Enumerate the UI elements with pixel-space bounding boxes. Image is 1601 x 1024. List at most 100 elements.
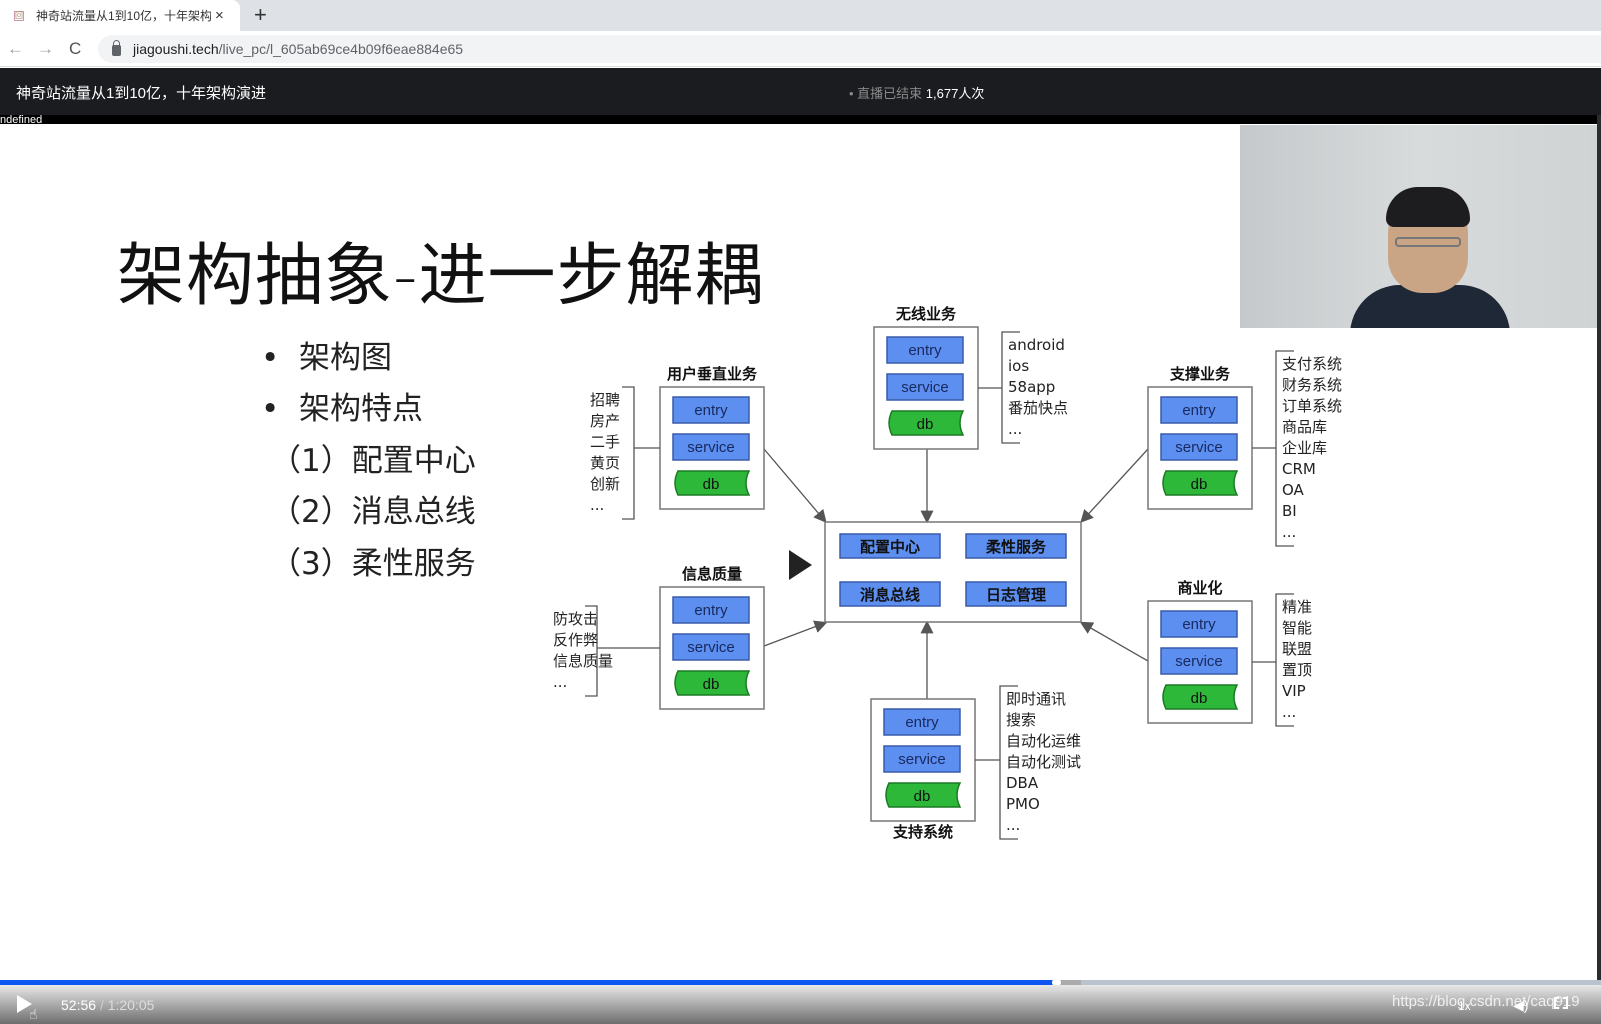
group-list-item: ... [1282,523,1296,541]
address-bar-row: ← → C jiagoushi.tech/live_pc/l_605ab69ce… [0,31,1601,67]
group-list-item: 防攻击 [553,610,598,628]
duration: 1:20:05 [107,997,155,1013]
group-list-item: 黄页 [590,454,620,472]
back-icon[interactable]: ← [7,39,24,59]
right-edge [1597,115,1601,980]
tab-title: 神奇站流量从1到10亿，十年架构 [36,9,211,23]
group-list-item: 二手 [590,433,620,451]
play-overlay-icon[interactable] [789,550,812,580]
group-list-item: 支付系统 [1282,355,1342,373]
db-label: db [1191,476,1208,493]
live-header: 神奇站流量从1到10亿，十年架构演进 • 直播已结束 1,677人次 [0,68,1601,115]
service-label: service [1175,653,1223,670]
group-list-item: 创新 [590,475,620,493]
core-module-label: 配置中心 [860,538,920,556]
group-list-item: 精准 [1282,598,1312,616]
group-title: 支持系统 [892,823,953,841]
group-list-item: 即时通讯 [1006,690,1066,708]
entry-label: entry [905,714,939,731]
time-separator: / [99,997,104,1013]
favicon-icon: 回 [14,10,24,21]
service-group: 无线业务 entry service db android ios 58app 番茄快点... [873,305,1068,450]
entry-label: entry [908,342,942,359]
group-list-item: 58app [1008,378,1055,396]
entry-label: entry [1182,402,1216,419]
entry-label: entry [694,402,728,419]
video-top-bar [0,115,1601,124]
connector-arrow [1079,621,1149,662]
group-list-item: 商品库 [1282,418,1327,436]
group-list-item: PMO [1006,795,1040,813]
reload-icon[interactable]: C [69,39,81,59]
service-label: service [901,379,949,396]
service-label: service [687,439,735,456]
group-list-item: ... [553,673,567,691]
group-list-item: VIP [1282,682,1306,700]
connector-arrow [1080,448,1149,523]
status-text: • 直播已结束 [849,86,923,101]
db-label: db [703,476,720,493]
speed-button[interactable]: 1x [1458,999,1471,1013]
group-list-item: 房产 [590,412,620,430]
group-title: 信息质量 [682,565,742,583]
group-list-item: 搜索 [1006,711,1036,729]
core-module-label: 柔性服务 [986,538,1047,556]
mouse-cursor-icon: ☝ [29,1006,38,1022]
core-module-label: 日志管理 [986,586,1046,604]
live-status: • 直播已结束 1,677人次 [849,83,984,102]
service-label: service [687,639,735,656]
group-list-item: 自动化测试 [1006,753,1081,771]
group-list-item: BI [1282,502,1297,520]
group-list-item: 财务系统 [1282,376,1342,394]
group-list-item: OA [1282,481,1305,499]
close-tab-icon[interactable]: × [215,7,224,24]
db-label: db [917,416,934,433]
connector-arrow [763,448,827,523]
group-title: 商业化 [1177,579,1222,597]
db-label: db [914,788,931,805]
connector-arrow [763,620,828,647]
browser-tab[interactable]: 回 神奇站流量从1到10亿，十年架构 × [0,0,240,31]
group-list-item: 反作弊 [553,631,598,649]
core-module-label: 消息总线 [860,586,920,604]
group-list-item: ... [1006,816,1020,834]
new-tab-button[interactable]: + [254,3,267,27]
service-group: 用户垂直业务 entry service db 招聘房产二手黄页创新... [590,365,765,520]
group-list-item: ... [1008,420,1022,438]
group-list-item: 招聘 [590,391,620,409]
video-player[interactable]: 架构抽象-进一步解耦 • 架构图 • 架构特点 （1）配置中心 （2）消息总线 … [0,124,1597,980]
lock-icon [112,39,121,56]
viewer-count: 1,677人次 [925,86,985,101]
db-label: db [703,676,720,693]
group-list-item: ios [1008,357,1029,375]
group-title: 用户垂直业务 [667,365,758,383]
group-list-item: DBA [1006,774,1039,792]
current-time: 52:56 [61,997,97,1013]
service-label: service [1175,439,1223,456]
fullscreen-icon[interactable] [1554,997,1568,1009]
url-input[interactable]: jiagoushi.tech/live_pc/l_605ab69ce4b09f6… [98,35,1601,63]
browser-tab-bar: 回 神奇站流量从1到10亿，十年架构 × + [0,0,1601,31]
group-list-item: 自动化运维 [1006,732,1081,750]
service-group: 支持系统 entry service db 即时通讯搜索自动化运维自动化测试 DBA PMO… [870,685,1081,841]
url-host: jiagoushi.tech [133,41,219,57]
group-list-item: android [1008,336,1065,354]
group-list-item: ... [590,496,604,514]
watermark: https://blog.csdn.net/caq919 [1392,993,1580,1010]
time-display: 52:56 / 1:20:05 [61,997,154,1013]
volume-icon[interactable]: ◀) [1513,997,1528,1014]
service-group: 商业化 entry service db 精准智能联盟置顶 VIP... [1147,579,1312,727]
group-list-item: 企业库 [1282,439,1327,457]
live-title: 神奇站流量从1到10亿，十年架构演进 [16,85,267,102]
group-list-item: 订单系统 [1282,397,1342,415]
group-title: 无线业务 [895,305,957,323]
group-list-item: 智能 [1282,619,1312,637]
group-list-item: CRM [1282,460,1316,478]
group-list-item: 信息质量 [553,652,613,670]
player-controls: 52:56 / 1:20:05 https://blog.csdn.net/ca… [0,985,1601,1024]
service-label: service [898,751,946,768]
group-title: 支撑业务 [1169,365,1231,383]
forward-icon[interactable]: → [37,39,54,59]
service-group: 支撑业务 entry service db 支付系统财务系统订单系统商品库企业库 CRM O… [1147,350,1342,547]
url-path: /live_pc/l_605ab69ce4b09f6eae884e65 [218,41,464,57]
